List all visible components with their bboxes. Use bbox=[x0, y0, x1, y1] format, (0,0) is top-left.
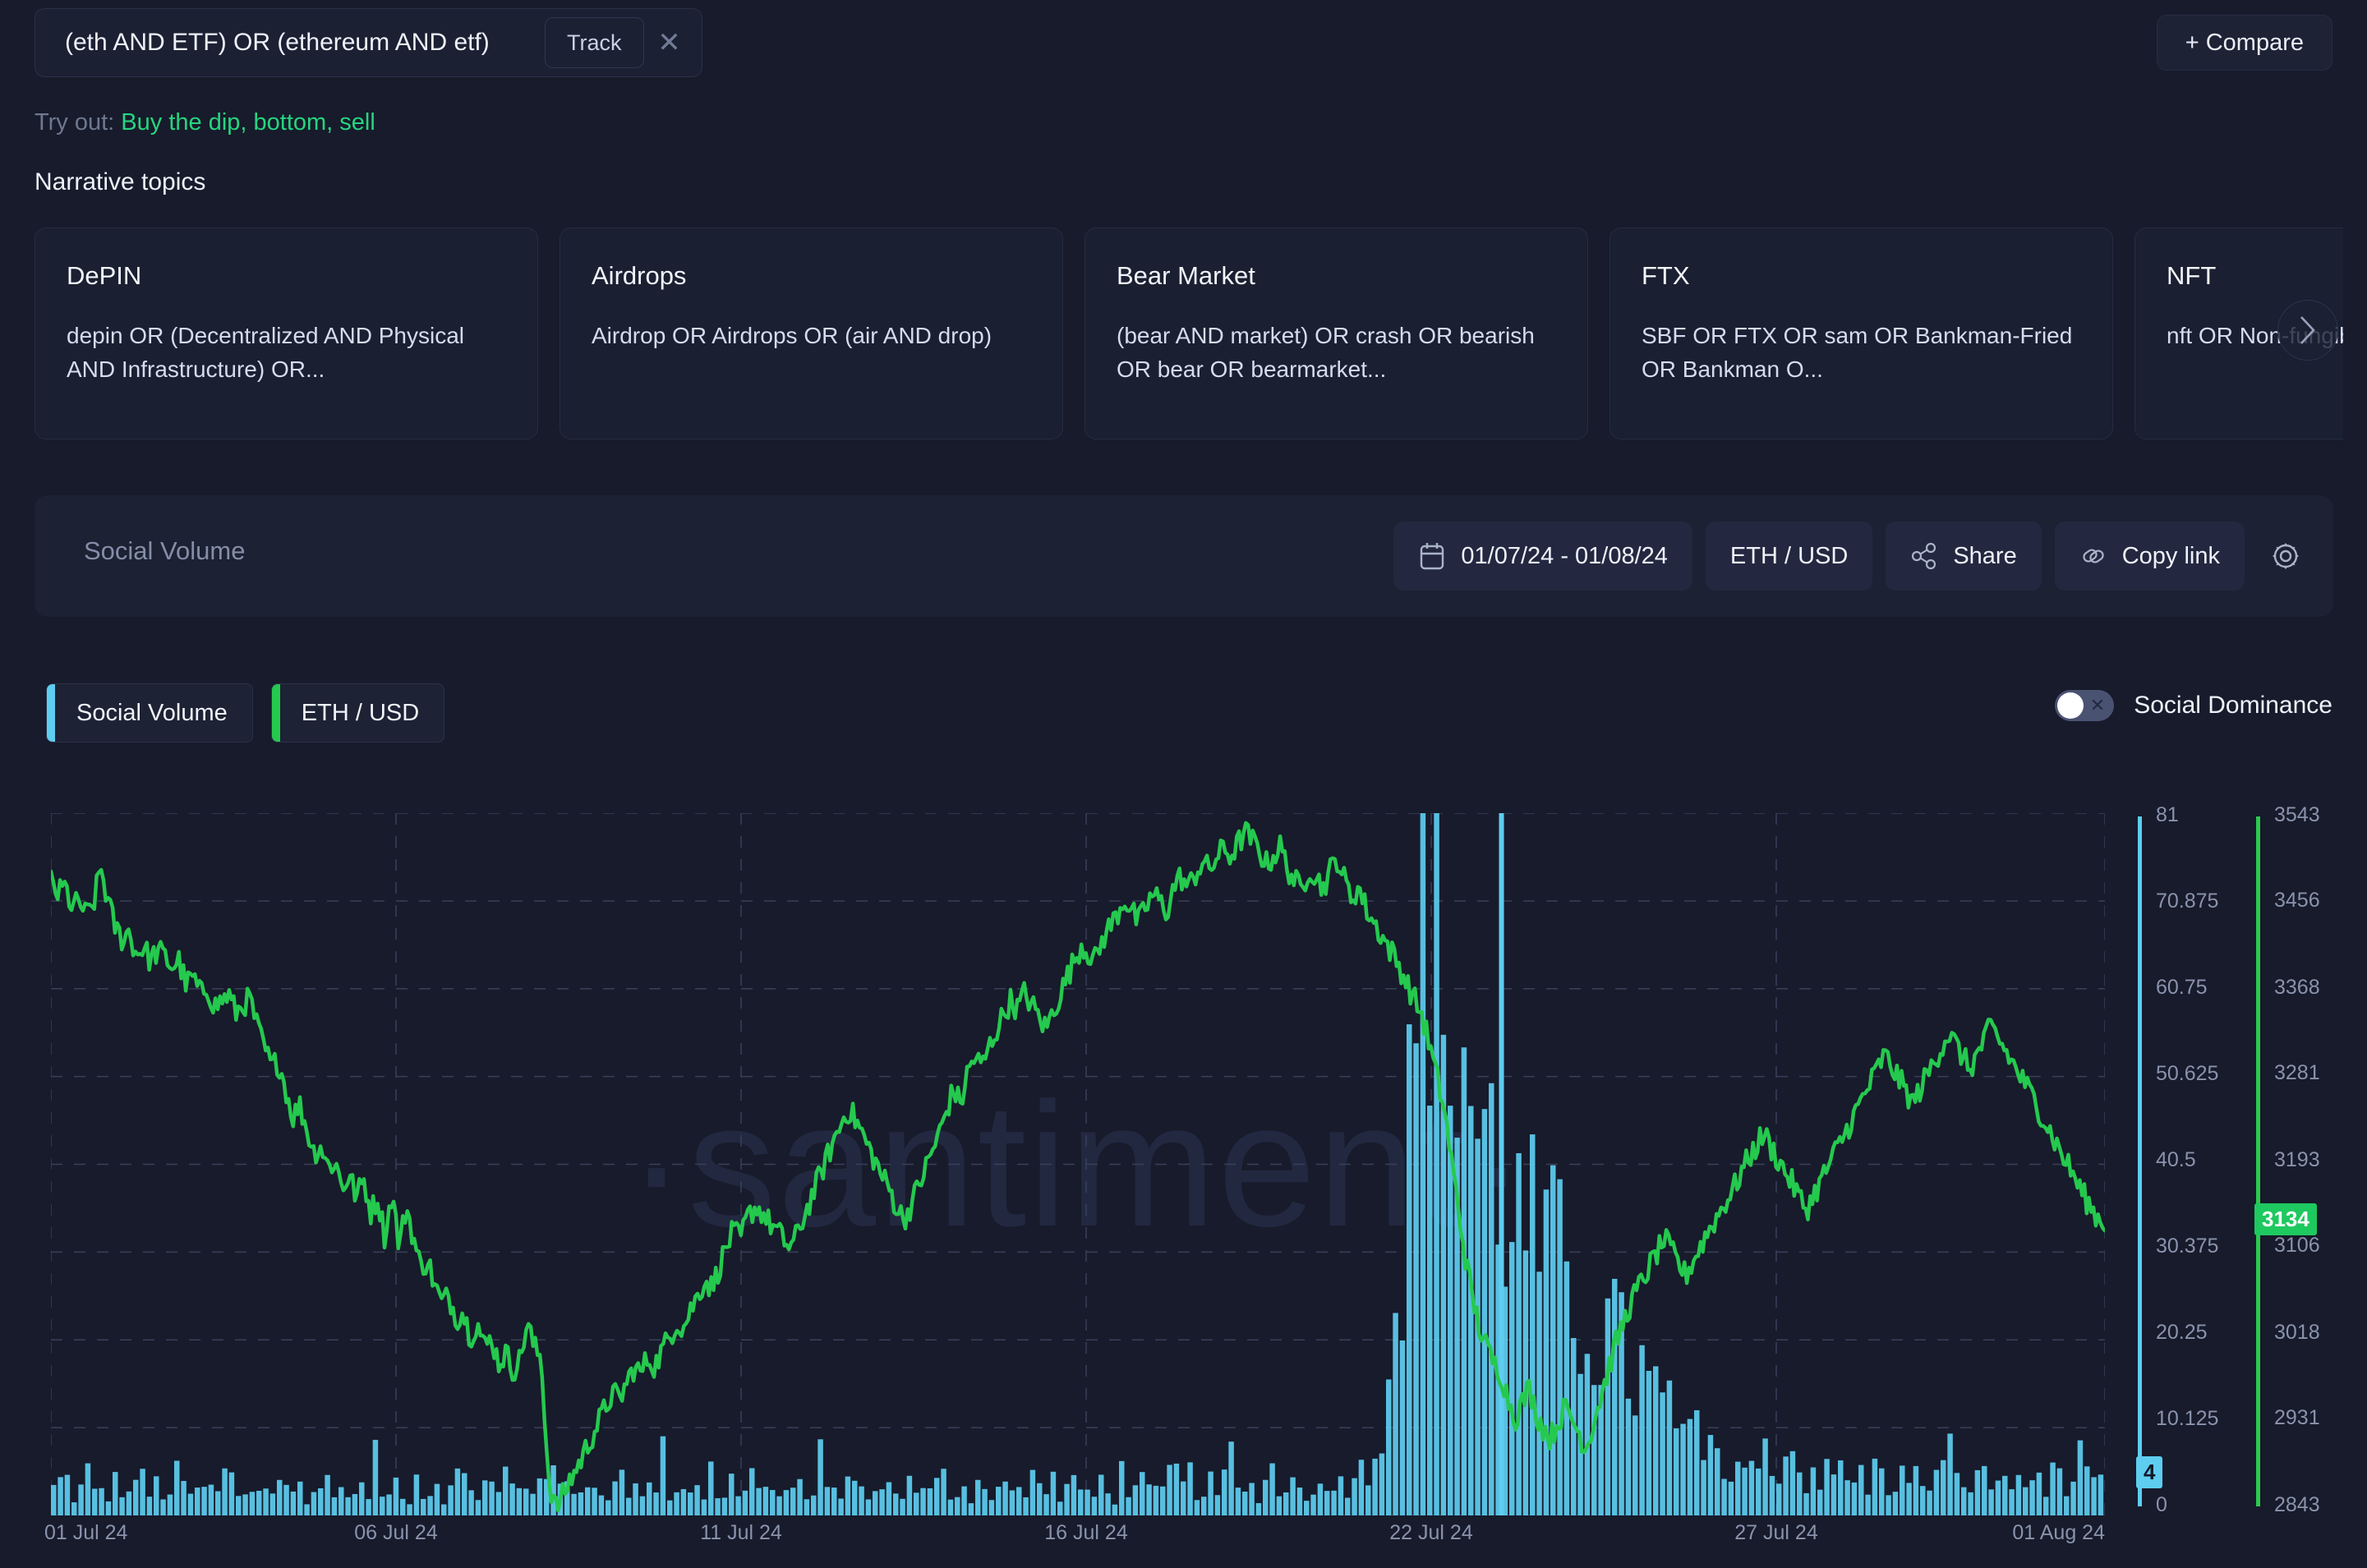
search-row: Track ✕ + Compare bbox=[0, 0, 2367, 85]
toggle-knob bbox=[2057, 692, 2084, 719]
eth-usd-tick: 2843 bbox=[2274, 1493, 2320, 1516]
x-axis-tick: 06 Jul 24 bbox=[354, 1521, 438, 1544]
legend-color-swatch bbox=[271, 684, 280, 742]
legend-item-eth-usd[interactable]: ETH / USD bbox=[270, 683, 445, 743]
x-axis-tick: 22 Jul 24 bbox=[1389, 1521, 1473, 1544]
settings-button[interactable] bbox=[2258, 522, 2314, 591]
topic-card[interactable]: Airdrops Airdrop OR Airdrops OR (air AND… bbox=[560, 228, 1063, 439]
chevron-right-icon[interactable] bbox=[2277, 300, 2338, 361]
share-icon bbox=[1910, 542, 1938, 570]
topic-name: FTX bbox=[1642, 261, 1690, 290]
chart-axes: 0 10.125 20.25 30.375 40.5 50.625 60.75 70.875 8… bbox=[2118, 803, 2365, 1552]
x-axis-tick: 16 Jul 24 bbox=[1044, 1521, 1128, 1544]
legend-label: ETH / USD bbox=[301, 699, 420, 726]
copy-link-button[interactable]: Copy link bbox=[2054, 522, 2245, 591]
legend-item-social-volume[interactable]: Social Volume bbox=[46, 683, 253, 743]
x-axis-labels: 01 Jul 24 06 Jul 24 11 Jul 24 16 Jul 24 22 J… bbox=[0, 1521, 2367, 1562]
app-page: Track ✕ + Compare Try out: Buy the dip, … bbox=[0, 0, 2367, 1568]
chart: ·santiment· 0 10.125 20.25 30.375 40.5 50.625… bbox=[0, 803, 2367, 1568]
social-volume-tick: 81 bbox=[2156, 803, 2179, 826]
eth-usd-tick: 3368 bbox=[2274, 976, 2320, 999]
share-label: Share bbox=[1953, 542, 2017, 569]
eth-usd-tick: 3018 bbox=[2274, 1321, 2320, 1344]
toolbar-actions: 01/07/24 - 01/08/24 ETH / USD Share Copy… bbox=[1393, 522, 2314, 591]
social-volume-tick: 30.375 bbox=[2156, 1235, 2219, 1258]
topic-card[interactable]: Bear Market (bear AND market) OR crash O… bbox=[1084, 228, 1588, 439]
social-dominance-control: ✕ Social Dominance bbox=[2055, 690, 2332, 721]
topic-query: depin OR (Decentralized AND Physical AND… bbox=[67, 323, 464, 383]
calendar-icon bbox=[1418, 541, 1446, 571]
social-volume-tick: 70.875 bbox=[2156, 890, 2219, 913]
asset-label: ETH / USD bbox=[1729, 542, 1849, 569]
x-axis-tick: 01 Jul 24 bbox=[44, 1521, 128, 1544]
date-range-button[interactable]: 01/07/24 - 01/08/24 bbox=[1393, 522, 1692, 591]
social-volume-tick: 0 bbox=[2156, 1493, 2167, 1516]
date-range-label: 01/07/24 - 01/08/24 bbox=[1461, 542, 1668, 569]
link-icon bbox=[2079, 542, 2107, 570]
topic-card[interactable]: DePIN depin OR (Decentralized AND Physic… bbox=[35, 228, 538, 439]
eth-usd-tick: 3106 bbox=[2274, 1234, 2320, 1258]
social-volume-tick: 50.625 bbox=[2156, 1062, 2219, 1085]
eth-usd-tick: 3281 bbox=[2274, 1061, 2320, 1085]
metric-toolbar: Social Volume 01/07/24 - 01/08/24 ETH / … bbox=[35, 495, 2333, 617]
social-volume-tick: 40.5 bbox=[2156, 1148, 2196, 1171]
topic-name: NFT bbox=[2167, 261, 2217, 290]
social-dominance-toggle[interactable]: ✕ bbox=[2055, 690, 2115, 721]
close-icon: ✕ bbox=[2089, 695, 2106, 715]
search-bar[interactable]: Track ✕ bbox=[35, 8, 702, 77]
topic-query: (bear AND market) OR crash OR bearish OR… bbox=[1117, 323, 1535, 383]
social-volume-tick: 20.25 bbox=[2156, 1321, 2208, 1344]
eth-usd-tick: 3543 bbox=[2274, 803, 2320, 826]
x-axis-tick: 11 Jul 24 bbox=[700, 1521, 782, 1544]
topic-name: Airdrops bbox=[592, 261, 687, 290]
copy-link-label: Copy link bbox=[2121, 542, 2220, 569]
eth-usd-axis-line bbox=[2256, 816, 2260, 1506]
topic-name: DePIN bbox=[67, 261, 142, 290]
topic-query: SBF OR FTX OR sam OR Bankman-Fried OR Ba… bbox=[1642, 323, 2073, 383]
track-button[interactable]: Track bbox=[545, 17, 644, 68]
eth-usd-current-badge: 3134 bbox=[2254, 1202, 2317, 1235]
social-volume-axis-line bbox=[2138, 816, 2142, 1506]
social-volume-tick: 60.75 bbox=[2156, 976, 2208, 999]
eth-usd-tick: 3456 bbox=[2274, 889, 2320, 913]
try-out-prefix: Try out: bbox=[35, 109, 115, 136]
legend-color-swatch bbox=[47, 684, 55, 742]
try-out-suggestions[interactable]: Buy the dip, bottom, sell bbox=[121, 109, 375, 136]
legend-label: Social Volume bbox=[76, 699, 228, 726]
social-dominance-label: Social Dominance bbox=[2134, 692, 2332, 719]
eth-usd-tick: 3193 bbox=[2274, 1148, 2320, 1171]
chart-canvas bbox=[51, 813, 2105, 1515]
x-axis-tick: 27 Jul 24 bbox=[1734, 1521, 1818, 1544]
asset-selector-button[interactable]: ETH / USD bbox=[1705, 522, 1873, 591]
plot-area[interactable]: ·santiment· bbox=[51, 813, 2105, 1515]
search-input[interactable] bbox=[35, 10, 545, 76]
narrative-topics-heading: Narrative topics bbox=[35, 168, 206, 195]
try-out-row: Try out: Buy the dip, bottom, sell bbox=[35, 109, 375, 136]
eth-usd-tick: 2931 bbox=[2274, 1406, 2320, 1430]
compare-button[interactable]: + Compare bbox=[2156, 15, 2332, 71]
topic-card[interactable]: FTX SBF OR FTX OR sam OR Bankman-Fried O… bbox=[1609, 228, 2113, 439]
social-volume-tick: 10.125 bbox=[2156, 1407, 2219, 1430]
topic-query: Airdrop OR Airdrops OR (air AND drop) bbox=[592, 323, 992, 348]
topic-name: Bear Market bbox=[1117, 261, 1255, 290]
x-axis-tick: 01 Aug 24 bbox=[2012, 1521, 2105, 1544]
narrative-topics-list: DePIN depin OR (Decentralized AND Physic… bbox=[35, 228, 2343, 439]
clear-search-icon[interactable]: ✕ bbox=[644, 17, 695, 68]
chart-legend: Social Volume ETH / USD bbox=[46, 683, 445, 743]
social-volume-current-badge: 4 bbox=[2136, 1455, 2163, 1488]
gear-icon bbox=[2269, 540, 2302, 572]
metric-title: Social Volume bbox=[84, 536, 246, 565]
share-button[interactable]: Share bbox=[1886, 522, 2042, 591]
